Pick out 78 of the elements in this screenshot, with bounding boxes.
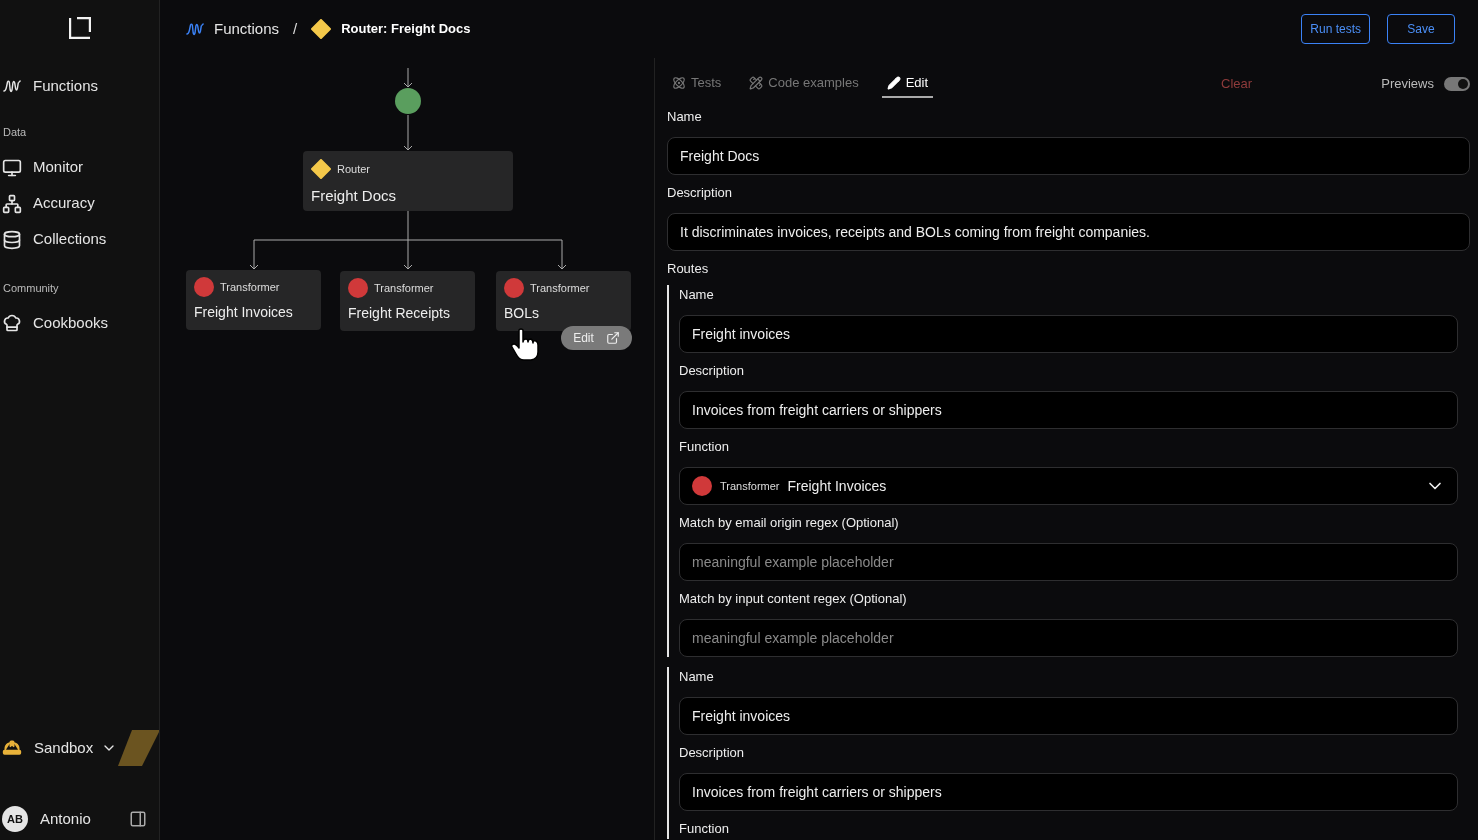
- text-field[interactable]: Invoices from freight carriers or shippers: [679, 773, 1458, 811]
- text-field[interactable]: meaningful example placeholder: [679, 543, 1458, 581]
- stripe-decoration: [118, 730, 159, 766]
- action-button[interactable]: Save: [1387, 14, 1455, 44]
- field-label: Function: [679, 438, 730, 456]
- collapse-sidebar-icon[interactable]: [129, 810, 147, 828]
- connector-arrow: [403, 114, 413, 151]
- field-label: Description: [679, 362, 746, 380]
- node-name: Freight Invoices: [194, 303, 294, 322]
- diamond-icon: [311, 159, 331, 179]
- field-label: Name: [667, 108, 703, 126]
- text-field[interactable]: meaningful example placeholder: [679, 619, 1458, 657]
- user-avatar[interactable]: AB: [2, 806, 28, 832]
- nav-item[interactable]: Accuracy: [0, 185, 159, 222]
- node-type: Transformer: [530, 280, 590, 296]
- hard-hat-icon: [2, 738, 22, 758]
- node-name: BOLs: [504, 304, 540, 323]
- ruler-pencil-icon: [749, 76, 764, 90]
- nav-item[interactable]: Monitor: [0, 149, 159, 186]
- field-label: Function: [679, 820, 730, 838]
- node-type: Transformer: [220, 279, 280, 295]
- start-node[interactable]: [395, 88, 421, 114]
- edit-button[interactable]: Edit: [561, 326, 632, 350]
- breadcrumb-separator: /: [293, 18, 298, 39]
- workspace-selector[interactable]: Sandbox: [0, 736, 120, 760]
- text-field[interactable]: It discriminates invoices, receipts and BOLs coming from freight companies.: [667, 213, 1470, 251]
- connector-arrow: [557, 239, 567, 270]
- text-field[interactable]: Freight Docs: [667, 137, 1470, 175]
- previews-toggle[interactable]: [1444, 77, 1470, 91]
- node-name: Freight Docs: [311, 186, 398, 206]
- transformer-node[interactable]: Transformer Freight Invoices: [186, 270, 321, 330]
- transformer-node[interactable]: Transformer BOLs: [496, 271, 631, 331]
- field-label: Description: [679, 744, 746, 762]
- function-select[interactable]: Transformer Freight Invoices: [679, 467, 1458, 505]
- node-type: Router: [337, 161, 371, 177]
- section-label: Community: [2, 280, 60, 296]
- connector-arrow: [403, 67, 413, 88]
- database-icon: [2, 229, 22, 250]
- pencil-icon: [886, 76, 901, 90]
- field-label: Name: [679, 286, 715, 304]
- text-field[interactable]: Invoices from freight carriers or shippers: [679, 391, 1458, 429]
- nav-item[interactable]: Functions: [0, 68, 159, 104]
- transformer-node[interactable]: Transformer Freight Receipts: [340, 271, 475, 331]
- router-node[interactable]: Router Freight Docs: [303, 151, 513, 211]
- nav-item[interactable]: Collections: [0, 221, 159, 258]
- wave-icon: [3, 78, 21, 94]
- field-label: Match by input content regex (Optional): [679, 590, 908, 608]
- node-name: Freight Receipts: [348, 304, 451, 323]
- function-name: Freight Invoices: [787, 476, 887, 496]
- connector-arrow: [403, 239, 413, 270]
- user-name: Antonio: [40, 808, 91, 829]
- field-label: Name: [679, 668, 715, 686]
- tab[interactable]: Code examples: [744, 70, 864, 98]
- function-type: Transformer: [720, 478, 780, 494]
- logo-icon: [68, 17, 91, 39]
- text-field[interactable]: Freight invoices: [679, 315, 1458, 353]
- nav-item[interactable]: Cookbooks: [0, 305, 159, 341]
- hand-cursor-icon: [510, 328, 540, 362]
- section-label: Routes: [667, 260, 710, 278]
- monitor-icon: [2, 157, 22, 178]
- diamond-icon: [311, 19, 332, 39]
- action-button[interactable]: Run tests: [1301, 14, 1370, 44]
- previews-label: Previews: [1381, 75, 1434, 94]
- breadcrumb-link[interactable]: Router: Freight Docs: [311, 19, 471, 39]
- tab[interactable]: Edit: [881, 70, 934, 98]
- atom-icon: [672, 76, 686, 90]
- external-link-icon: [605, 331, 620, 345]
- node-type: Transformer: [374, 280, 434, 296]
- wave-icon: [186, 21, 204, 37]
- text-field[interactable]: Freight invoices: [679, 697, 1458, 735]
- field-label: Match by email origin regex (Optional): [679, 514, 900, 532]
- breadcrumb-link[interactable]: Functions: [186, 17, 280, 41]
- chef-hat-icon: [2, 313, 22, 333]
- connector-arrow: [249, 239, 259, 270]
- section-label: Data: [2, 125, 28, 140]
- tab[interactable]: Tests: [667, 70, 727, 98]
- field-label: Description: [667, 184, 734, 202]
- hierarchy-icon: [2, 193, 22, 214]
